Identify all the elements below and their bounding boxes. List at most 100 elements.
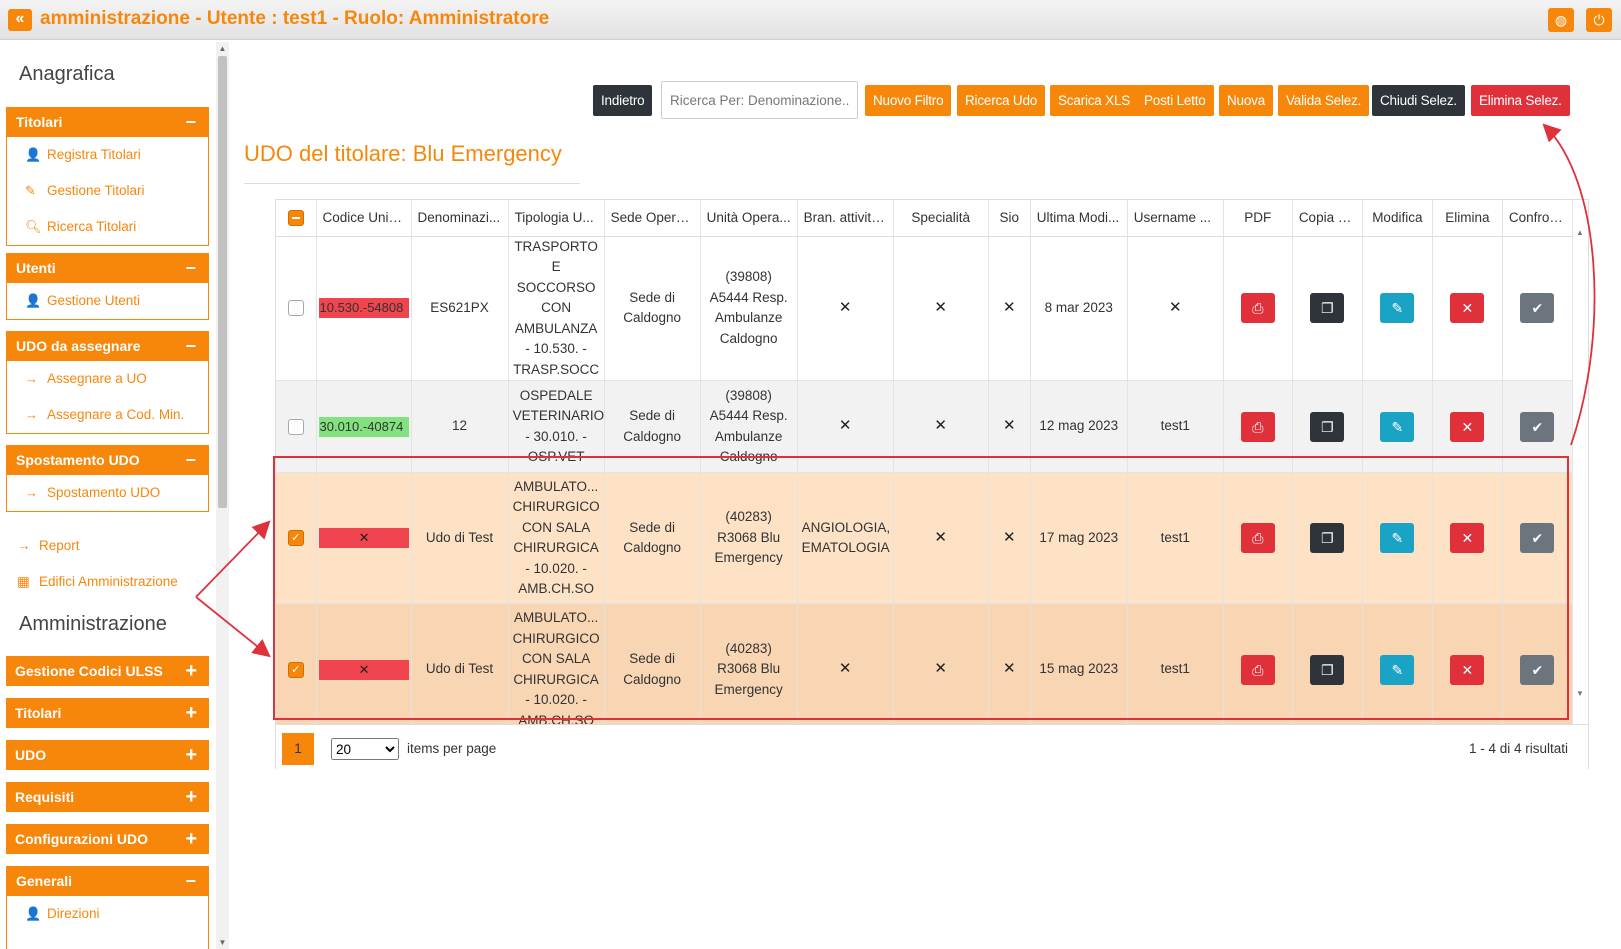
globe-icon[interactable]: ◍	[1548, 8, 1574, 32]
copy-icon[interactable]: ❐	[1310, 654, 1345, 685]
edit-icon[interactable]: ✎	[1380, 293, 1415, 324]
close-icon[interactable]: ✕	[1450, 523, 1485, 553]
copy-icon[interactable]: ❐	[1310, 523, 1345, 553]
edit-icon[interactable]: ✎	[1380, 654, 1415, 685]
minus-icon[interactable]: −	[185, 254, 196, 283]
copy-icon[interactable]: ❐	[1310, 411, 1345, 442]
sidebar-item-assegnare-uo[interactable]: → Assegnare a UO	[7, 361, 208, 397]
sidebar-scrollbar[interactable]: ▲ ▼	[216, 42, 229, 949]
scroll-down-icon[interactable]: ▼	[216, 938, 229, 947]
scarica-xls-button[interactable]: Scarica XLS	[1050, 85, 1139, 116]
col-header[interactable]: Tipologia U...	[508, 200, 605, 237]
grid-scrollbar[interactable]: ▲ ▼	[1572, 228, 1588, 698]
sidebar-panel-udo[interactable]: UDO +	[6, 740, 209, 770]
copy-icon[interactable]: ❐	[1310, 293, 1345, 324]
col-header[interactable]: Elimina	[1432, 200, 1503, 237]
close-icon[interactable]: ✕	[1450, 654, 1485, 685]
sidebar-item-direzioni[interactable]: 👤 Direzioni	[7, 896, 208, 932]
scroll-down-icon[interactable]: ▼	[1572, 689, 1588, 698]
back-button[interactable]: Indietro	[593, 85, 653, 116]
row-select-cell[interactable]	[276, 380, 317, 473]
panel-header[interactable]: UDO da assegnare −	[7, 332, 208, 361]
table-row[interactable]: ✓ ✕ Udo di Test AMBULATO... CHIRURGICO C…	[276, 603, 1574, 736]
col-header[interactable]: Modifica	[1362, 200, 1433, 237]
scroll-thumb[interactable]	[218, 56, 227, 508]
table-row[interactable]: 10.530.-54808 ES621PX TRASPORTO E SOCCOR…	[276, 236, 1574, 381]
minus-icon[interactable]: −	[185, 332, 196, 361]
sidebar-item-assegnare-cod-min[interactable]: → Assegnare a Cod. Min.	[7, 397, 208, 433]
sidebar-link-edifici[interactable]: ▦ Edifici Amministrazione	[17, 574, 178, 590]
check-icon[interactable]: ✔	[1520, 654, 1555, 685]
scroll-up-icon[interactable]: ▲	[216, 44, 229, 53]
panel-header[interactable]: Generali −	[7, 867, 208, 896]
posti-letto-button[interactable]: Posti Letto	[1136, 85, 1214, 116]
col-header[interactable]: Confron...	[1502, 200, 1574, 237]
sidebar-link-report[interactable]: → Report	[17, 538, 80, 553]
sidebar-item-gestione-titolari[interactable]: ✎ Gestione Titolari	[7, 173, 208, 209]
minus-icon[interactable]: −	[185, 867, 196, 896]
row-checkbox[interactable]: ✓	[287, 530, 304, 547]
col-header[interactable]: Copia U...	[1292, 200, 1363, 237]
col-header[interactable]: Codice Univ...	[316, 200, 412, 237]
minus-icon[interactable]: −	[185, 108, 196, 137]
sidebar-item-registra-titolari[interactable]: 👤 Registra Titolari	[7, 137, 208, 173]
edit-icon[interactable]: ✎	[1380, 523, 1415, 553]
plus-icon[interactable]: +	[185, 782, 197, 812]
sidebar-panel-gestione-codici-ulss[interactable]: Gestione Codici ULSS +	[6, 656, 209, 686]
table-row[interactable]: 30.010.-40874 12 OSPEDALE VETERINARIO - …	[276, 380, 1574, 473]
power-icon[interactable]: ⏻	[1586, 8, 1612, 32]
search-input[interactable]	[661, 81, 858, 119]
select-all-cell[interactable]	[276, 200, 317, 237]
col-header[interactable]: Specialità	[893, 200, 989, 237]
close-icon[interactable]: ✕	[1450, 411, 1485, 442]
plus-icon[interactable]: +	[185, 824, 197, 854]
row-select-cell[interactable]: ✓	[276, 472, 317, 604]
col-header[interactable]: Bran. attività...	[797, 200, 894, 237]
page-size-select[interactable]: 20	[331, 738, 399, 760]
pdf-icon[interactable]: ⎙	[1240, 411, 1275, 442]
col-header[interactable]: Sede Operat...	[604, 200, 701, 237]
nuovo-filtro-button[interactable]: Nuovo Filtro	[865, 85, 952, 116]
pdf-icon[interactable]: ⎙	[1240, 293, 1275, 324]
sidebar-panel-requisiti[interactable]: Requisiti +	[6, 782, 209, 812]
pdf-icon[interactable]: ⎙	[1240, 523, 1275, 553]
panel-header[interactable]: Titolari −	[7, 108, 208, 137]
row-select-cell[interactable]: ✓	[276, 603, 317, 736]
ricerca-udo-button[interactable]: Ricerca Udo	[957, 85, 1046, 116]
col-header[interactable]: Sio	[988, 200, 1031, 237]
col-header[interactable]: Username ...	[1127, 200, 1224, 237]
table-row[interactable]: ✓ ✕ Udo di Test AMBULATO... CHIRURGICO C…	[276, 472, 1574, 604]
valida-selez-button[interactable]: Valida Selez.	[1278, 85, 1370, 116]
check-icon[interactable]: ✔	[1520, 523, 1555, 553]
panel-header[interactable]: Spostamento UDO −	[7, 446, 208, 475]
check-icon[interactable]: ✔	[1520, 293, 1555, 324]
chiudi-selez-button[interactable]: Chiudi Selez.	[1372, 85, 1465, 116]
sidebar-panel-configurazioni-udo[interactable]: Configurazioni UDO +	[6, 824, 209, 854]
pdf-icon[interactable]: ⎙	[1240, 654, 1275, 685]
minus-icon[interactable]: −	[185, 446, 196, 475]
col-header[interactable]: Ultima Modi...	[1030, 200, 1128, 237]
plus-icon[interactable]: +	[185, 656, 197, 686]
select-all-checkbox[interactable]	[287, 209, 304, 226]
close-icon[interactable]: ✕	[1450, 293, 1485, 324]
sidebar-item-gestione-utenti[interactable]: 👤 Gestione Utenti	[7, 283, 208, 319]
plus-icon[interactable]: +	[185, 740, 197, 770]
sidebar-item-spostamento-udo[interactable]: → Spostamento UDO	[7, 475, 208, 511]
edit-icon[interactable]: ✎	[1380, 411, 1415, 442]
elimina-selez-button[interactable]: Elimina Selez.	[1471, 85, 1570, 116]
double-chevron-left-icon[interactable]: «	[8, 9, 32, 31]
scroll-up-icon[interactable]: ▲	[1572, 228, 1588, 237]
check-icon[interactable]: ✔	[1520, 411, 1555, 442]
col-header[interactable]: Unità Opera...	[700, 200, 798, 237]
col-header[interactable]: PDF	[1223, 200, 1293, 237]
panel-header[interactable]: Utenti −	[7, 254, 208, 283]
row-checkbox[interactable]	[287, 418, 304, 435]
sidebar-panel-titolari-admin[interactable]: Titolari +	[6, 698, 209, 728]
row-select-cell[interactable]	[276, 236, 317, 381]
sidebar-item-ricerca-titolari[interactable]: 🔍︎ Ricerca Titolari	[7, 209, 208, 245]
plus-icon[interactable]: +	[185, 698, 197, 728]
col-header[interactable]: Denominazi...	[411, 200, 509, 237]
row-checkbox[interactable]	[287, 300, 304, 317]
page-button-current[interactable]: 1	[282, 733, 314, 765]
row-checkbox[interactable]: ✓	[287, 661, 304, 678]
